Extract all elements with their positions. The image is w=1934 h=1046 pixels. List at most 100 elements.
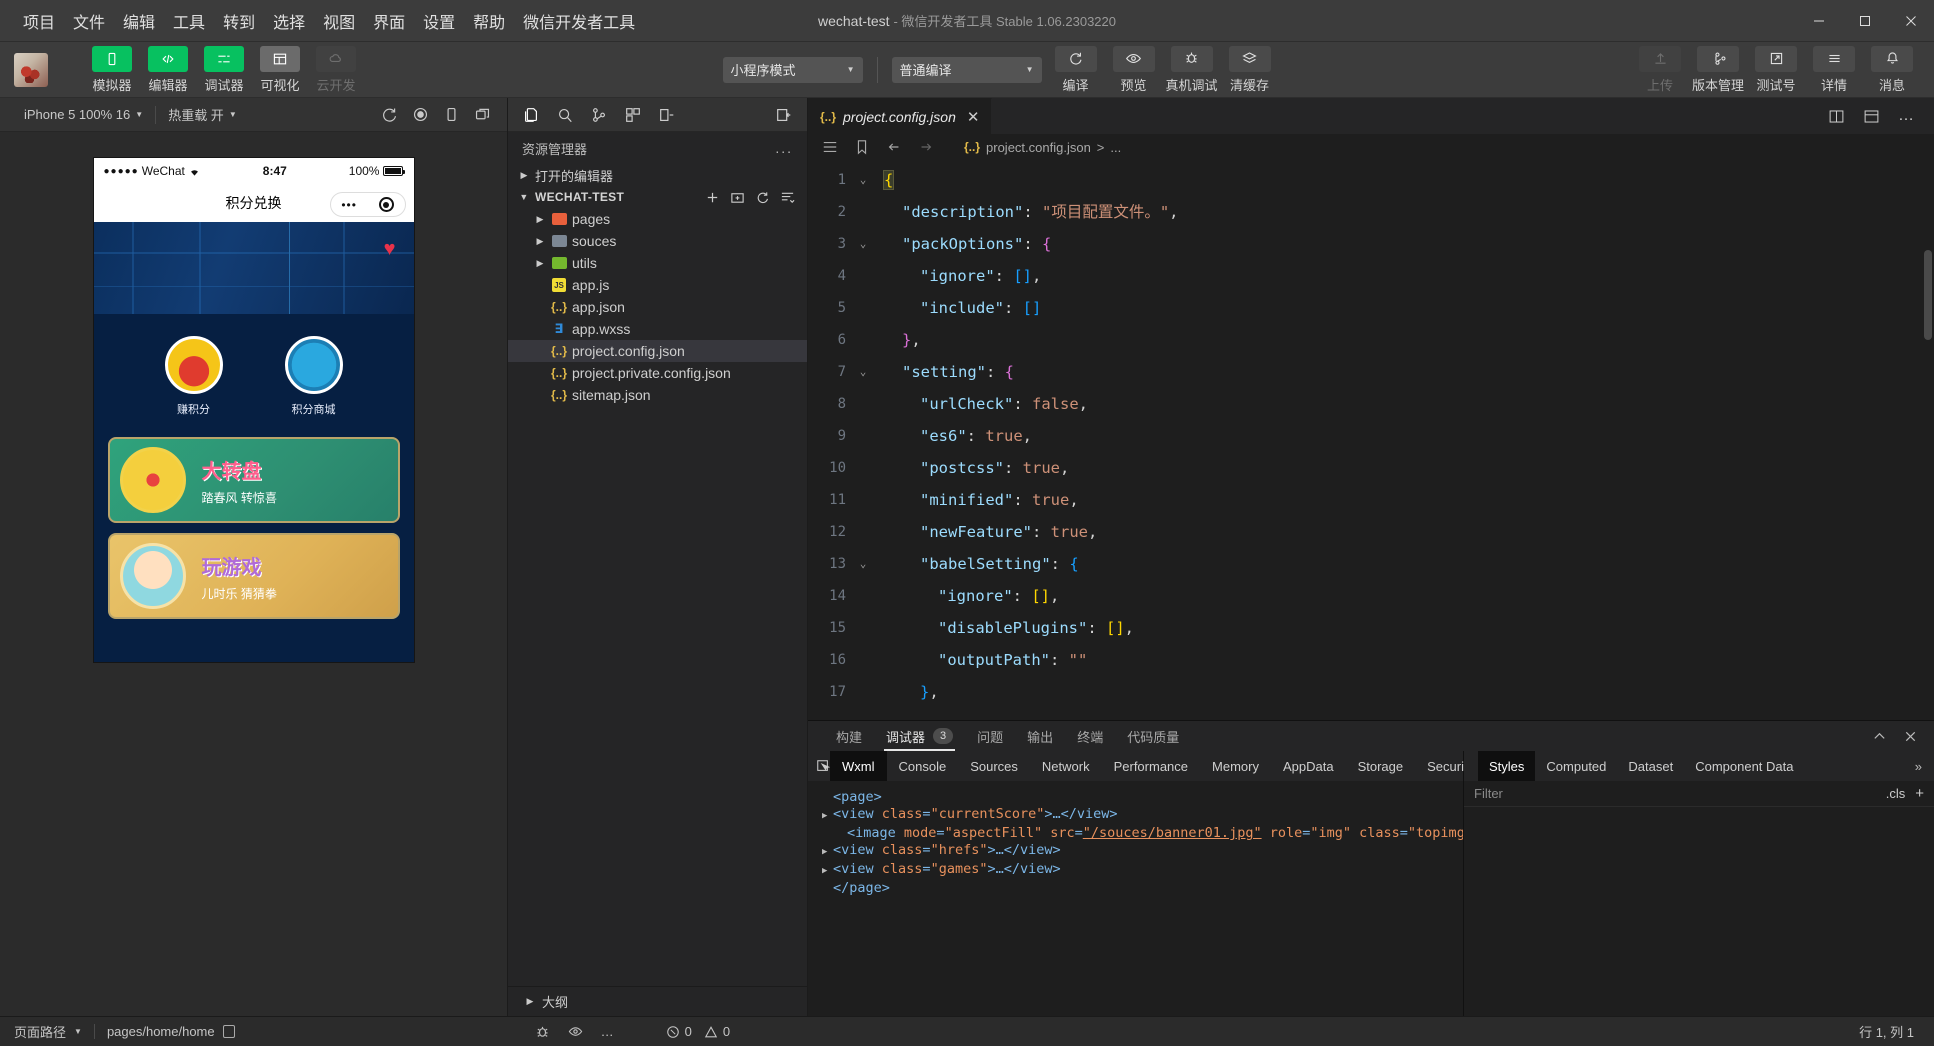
filter-input[interactable]: Filter <box>1474 786 1503 801</box>
page-path-label[interactable]: 页面路径 <box>14 1022 66 1041</box>
fold-chevron-icon[interactable]: ⌄ <box>852 356 874 388</box>
extensions-icon[interactable] <box>624 106 642 124</box>
minimize-button[interactable] <box>1796 0 1842 41</box>
close-button[interactable] <box>1888 0 1934 41</box>
toolbar-toggle-0[interactable]: 模拟器 <box>86 46 138 94</box>
panel-tab-5[interactable]: 代码质量 <box>1125 721 1181 751</box>
panel-tab-0[interactable]: 构建 <box>834 721 864 751</box>
menu-item-4[interactable]: 转到 <box>214 5 264 37</box>
tree-item-sitemap-json[interactable]: ▶{..}sitemap.json <box>508 384 807 406</box>
target-icon[interactable] <box>379 197 394 212</box>
wxml-line-0[interactable]: <page> <box>822 789 1463 806</box>
devtools-tab-sources[interactable]: Sources <box>958 751 1030 781</box>
right-action-2[interactable]: 测试号 <box>1748 46 1804 94</box>
arrow-left-icon[interactable] <box>886 139 902 155</box>
wxml-tree[interactable]: <page>▶<view class="currentScore">…</vie… <box>808 781 1463 1016</box>
panel-tab-4[interactable]: 终端 <box>1075 721 1105 751</box>
wxml-line-3[interactable]: ▶<view class="hrefs">…</view> <box>822 842 1463 861</box>
editor-scrollbar[interactable] <box>1924 250 1932 340</box>
shortcut-0[interactable]: 赚积分 <box>165 336 223 417</box>
outline-section[interactable]: ▶ 大纲 <box>508 986 807 1016</box>
close-icon[interactable] <box>1903 729 1918 744</box>
compile-action-2[interactable]: 真机调试 <box>1164 46 1220 94</box>
copy-icon[interactable] <box>223 1025 235 1038</box>
source-control-icon[interactable] <box>590 106 608 124</box>
capsule-menu[interactable]: ••• <box>330 192 406 217</box>
list-icon[interactable] <box>822 139 838 155</box>
layout-icon[interactable] <box>1863 108 1880 125</box>
collapse-panel-icon[interactable] <box>775 106 793 124</box>
expand-triangle-icon[interactable]: ▶ <box>822 861 833 880</box>
menu-item-6[interactable]: 视图 <box>314 5 364 37</box>
arrow-right-icon[interactable] <box>918 139 934 155</box>
search-icon[interactable] <box>556 106 574 124</box>
chevron-down-icon[interactable]: ▼ <box>74 1027 82 1036</box>
page-path-value[interactable]: pages/home/home <box>107 1024 215 1039</box>
devtools-tab-wxml[interactable]: Wxml <box>830 751 887 781</box>
menu-item-8[interactable]: 设置 <box>414 5 464 37</box>
avatar[interactable] <box>14 53 48 87</box>
panel-tab-1[interactable]: 调试器3 <box>884 721 955 751</box>
more-icon[interactable]: ... <box>775 140 793 156</box>
chevron-up-icon[interactable] <box>1872 729 1887 744</box>
maximize-button[interactable] <box>1842 0 1888 41</box>
styles-tab-dataset[interactable]: Dataset <box>1617 751 1684 781</box>
compile-action-0[interactable]: 编译 <box>1048 46 1104 94</box>
fold-chevron-icon[interactable]: ⌄ <box>852 228 874 260</box>
cursor-position[interactable]: 行 1, 列 1 <box>1859 1022 1934 1041</box>
menu-item-5[interactable]: 选择 <box>264 5 314 37</box>
editor-tab-project-config-json[interactable]: {..} project.config.json ✕ <box>808 98 992 134</box>
right-action-1[interactable]: 版本管理 <box>1690 46 1746 94</box>
fold-chevron-icon[interactable]: ⌄ <box>852 548 874 580</box>
close-icon[interactable]: ✕ <box>967 108 980 126</box>
open-editors-section[interactable]: ▶ 打开的编辑器 <box>508 164 807 186</box>
styles-tab-component-data[interactable]: Component Data <box>1684 751 1804 781</box>
compile-action-3[interactable]: 清缓存 <box>1222 46 1278 94</box>
menu-item-9[interactable]: 帮助 <box>464 5 514 37</box>
fold-chevron-icon[interactable]: ⌄ <box>852 164 874 196</box>
collapse-all-icon[interactable] <box>780 190 795 205</box>
wxml-line-5[interactable]: </page> <box>822 880 1463 897</box>
menu-item-0[interactable]: 项目 <box>14 5 64 37</box>
project-root-row[interactable]: ▼ WECHAT-TEST <box>508 186 807 208</box>
new-folder-icon[interactable] <box>730 190 745 205</box>
toolbar-toggle-1[interactable]: 编辑器 <box>142 46 194 94</box>
devtools-tab-network[interactable]: Network <box>1030 751 1102 781</box>
wxml-line-2[interactable]: <image mode="aspectFill" src="/souces/ba… <box>822 825 1463 842</box>
code-lines[interactable]: 1⌄{2"description": "项目配置文件。",3⌄"packOpti… <box>808 160 1934 720</box>
promo-card-0[interactable]: 大转盘踏春风 转惊喜 <box>108 437 400 523</box>
record-icon[interactable] <box>412 106 429 123</box>
tree-item-project-private-config-json[interactable]: ▶{..}project.private.config.json <box>508 362 807 384</box>
styles-overflow-icon[interactable]: » <box>1915 759 1934 774</box>
bookmark-icon[interactable] <box>854 139 870 155</box>
bug-icon[interactable] <box>535 1024 550 1039</box>
tree-item-souces[interactable]: ▶souces <box>508 230 807 252</box>
expand-triangle-icon[interactable]: ▶ <box>822 806 833 825</box>
menu-item-1[interactable]: 文件 <box>64 5 114 37</box>
shortcut-1[interactable]: 积分商城 <box>285 336 343 417</box>
hot-reload-select[interactable]: 热重载 开 ▼ <box>156 105 249 124</box>
eye-icon[interactable] <box>568 1024 583 1039</box>
problems-group[interactable]: 0 0 <box>666 1024 730 1039</box>
devtools-tab-storage[interactable]: Storage <box>1346 751 1416 781</box>
tree-item-pages[interactable]: ▶pages <box>508 208 807 230</box>
devtools-tab-console[interactable]: Console <box>887 751 959 781</box>
expand-triangle-icon[interactable]: ▶ <box>822 842 833 861</box>
tree-item-app-wxss[interactable]: ▶∃app.wxss <box>508 318 807 340</box>
toolbar-toggle-2[interactable]: 调试器 <box>198 46 250 94</box>
more-icon[interactable]: … <box>1898 107 1916 125</box>
menu-item-10[interactable]: 微信开发者工具 <box>514 5 644 37</box>
devtools-tab-memory[interactable]: Memory <box>1200 751 1271 781</box>
menu-item-7[interactable]: 界面 <box>364 5 414 37</box>
styles-tab-styles[interactable]: Styles <box>1478 751 1535 781</box>
warning-count-status[interactable]: 0 <box>704 1024 730 1039</box>
code-editor[interactable]: 1⌄{2"description": "项目配置文件。",3⌄"packOpti… <box>808 160 1934 720</box>
styles-tab-computed[interactable]: Computed <box>1535 751 1617 781</box>
tree-item-project-config-json[interactable]: ▶{..}project.config.json <box>508 340 807 362</box>
new-file-icon[interactable] <box>705 190 720 205</box>
cursor-select-icon[interactable] <box>816 759 830 773</box>
add-rule-button[interactable]: + <box>1915 785 1924 802</box>
right-action-4[interactable]: 消息 <box>1864 46 1920 94</box>
screenshot-icon[interactable] <box>474 106 491 123</box>
files-icon[interactable] <box>522 106 540 124</box>
